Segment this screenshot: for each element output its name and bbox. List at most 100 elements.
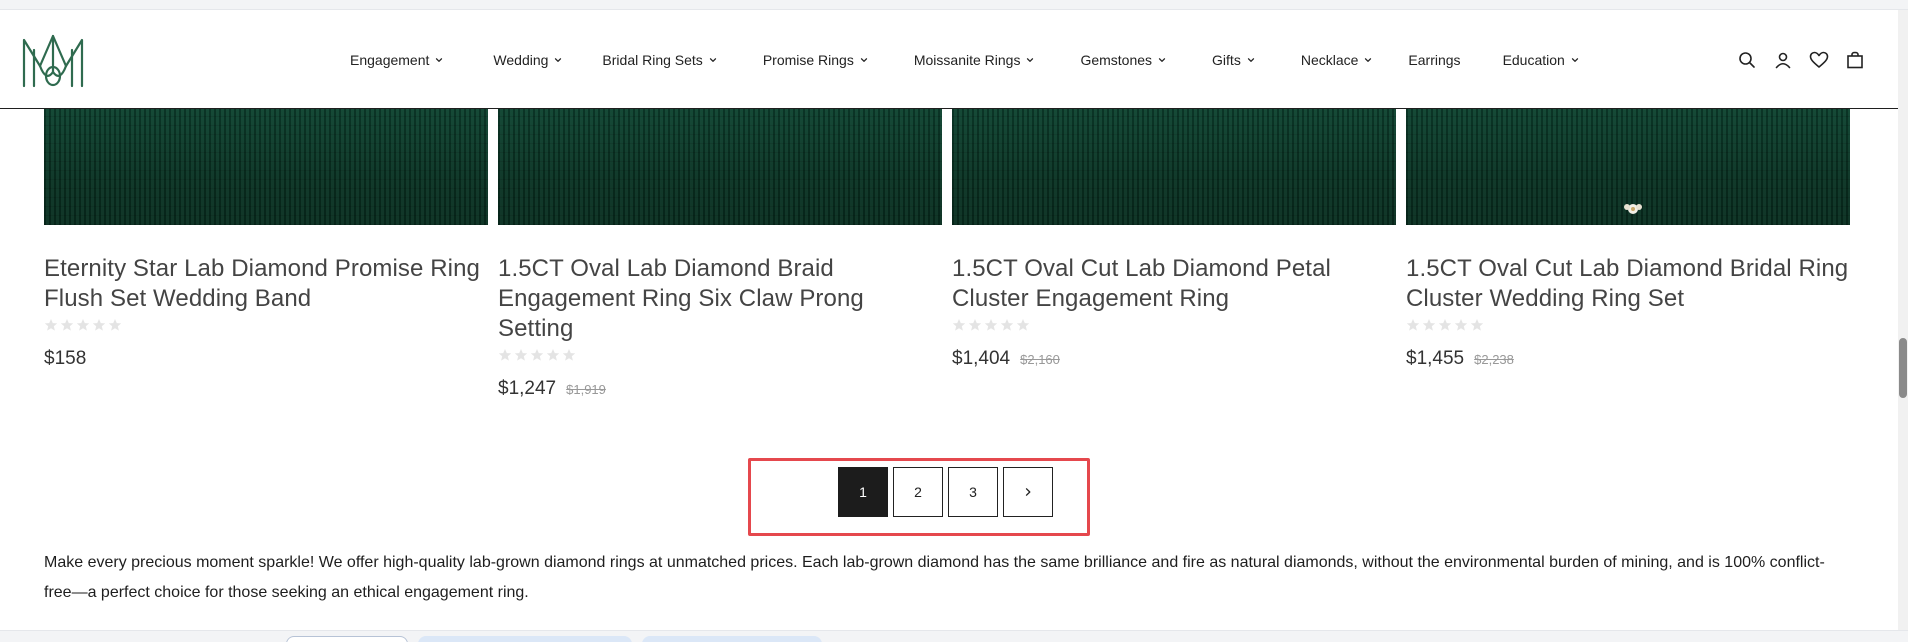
star-icon [514, 349, 528, 361]
sale-price: $1,247 [498, 378, 557, 399]
browser-top-strip [0, 0, 1908, 10]
chevron-right-icon [1025, 488, 1031, 496]
next-page-button[interactable] [1003, 467, 1053, 517]
nav-item-promise-rings[interactable]: Promise Rings [763, 52, 868, 68]
nav-item-earrings[interactable]: Earrings [1408, 52, 1460, 68]
price-row: $158 [44, 348, 488, 370]
product-title[interactable]: 1.5CT Oval Lab Diamond Braid Engagement … [498, 254, 942, 344]
product-grid: Eternity Star Lab Diamond Promise Ring F… [0, 109, 1898, 439]
nav-item-bridal-ring-sets[interactable]: Bridal Ring Sets [602, 52, 716, 68]
nav-item-label: Moissanite Rings [913, 51, 1021, 68]
nav-item-label: Gemstones [1080, 51, 1153, 68]
star-icon [562, 349, 576, 361]
star-icon [92, 319, 106, 331]
product-card[interactable]: 1.5CT Oval Cut Lab Diamond Bridal Ring C… [1406, 109, 1850, 370]
star-icon [1000, 319, 1014, 331]
collection-description: Make every precious moment sparkle! We o… [44, 554, 1825, 601]
star-icon [60, 319, 74, 331]
nav-item-label: Promise Rings [762, 51, 854, 68]
page-scrollbar[interactable] [1898, 10, 1908, 630]
product-title[interactable]: 1.5CT Oval Cut Lab Diamond Bridal Ring C… [1406, 254, 1850, 314]
product-rating [952, 318, 1396, 334]
sale-price: $1,455 [1406, 348, 1465, 369]
star-icon [530, 349, 544, 361]
star-icon [76, 319, 90, 331]
nav-item-label: Education [1502, 51, 1565, 68]
nav-item-gifts[interactable]: Gifts [1212, 52, 1255, 68]
nav-item-moissanite-rings[interactable]: Moissanite Rings [914, 52, 1035, 68]
pagination: 123 [838, 467, 1053, 517]
nav-item-label: Earrings [1408, 51, 1461, 68]
product-card[interactable]: 1.5CT Oval Cut Lab Diamond Petal Cluster… [952, 109, 1396, 370]
brand-logo[interactable] [20, 26, 86, 92]
mm-monogram-icon [22, 34, 84, 88]
scrollbar-thumb[interactable] [1899, 338, 1907, 398]
star-icon [546, 349, 560, 361]
product-rating [498, 348, 942, 364]
main-navigation: Engagement Wedding Bridal Ring Sets Promise… [350, 10, 1579, 109]
chevron-down-icon [436, 57, 443, 62]
product-title[interactable]: 1.5CT Oval Cut Lab Diamond Petal Cluster… [952, 254, 1396, 314]
nav-item-education[interactable]: Education [1503, 52, 1579, 68]
product-image[interactable] [44, 109, 488, 225]
bottom-tab-chip[interactable] [642, 636, 822, 642]
nav-item-label: Bridal Ring Sets [602, 51, 703, 68]
chevron-down-icon [1571, 57, 1578, 62]
nav-item-label: Gifts [1212, 51, 1241, 68]
product-image[interactable] [1406, 109, 1850, 225]
cart-bag-icon[interactable] [1844, 49, 1866, 71]
site-header: Engagement Wedding Bridal Ring Sets Promise… [0, 10, 1898, 109]
product-image[interactable] [952, 109, 1396, 225]
nav-item-label: Wedding [493, 51, 549, 68]
price-row: $1,404 $2,160 [952, 348, 1396, 370]
chevron-down-icon [860, 57, 867, 62]
chevron-down-icon [1158, 57, 1166, 62]
compare-at-price: $2,160 [1020, 352, 1060, 367]
account-icon[interactable] [1772, 49, 1794, 71]
bottom-tab-chip[interactable] [418, 636, 632, 642]
nav-item-engagement[interactable]: Engagement [350, 52, 443, 68]
star-icon [108, 319, 122, 331]
product-rating [44, 318, 488, 334]
page-button-2[interactable]: 2 [893, 467, 943, 517]
product-card[interactable]: Eternity Star Lab Diamond Promise Ring F… [44, 109, 488, 370]
search-icon[interactable] [1736, 49, 1758, 71]
bottom-tab-chip[interactable] [286, 636, 408, 642]
sale-price: $158 [44, 348, 87, 369]
star-icon [1422, 319, 1436, 331]
star-icon [1438, 319, 1452, 331]
chevron-down-icon [1247, 57, 1254, 62]
product-image[interactable] [498, 109, 942, 225]
chevron-down-icon [1027, 57, 1034, 62]
page-button-1[interactable]: 1 [838, 467, 888, 517]
chevron-down-icon [1365, 57, 1372, 62]
ring-product-icon [1624, 204, 1642, 214]
wishlist-heart-icon[interactable] [1808, 49, 1830, 71]
nav-item-gemstones[interactable]: Gemstones [1080, 52, 1166, 68]
price-row: $1,455 $2,238 [1406, 348, 1850, 370]
star-icon [952, 319, 966, 331]
star-icon [498, 349, 512, 361]
header-actions [1736, 10, 1898, 109]
star-icon [1406, 319, 1420, 331]
price-row: $1,247 $1,919 [498, 378, 942, 400]
star-icon [1454, 319, 1468, 331]
nav-item-label: Engagement [350, 51, 430, 68]
star-icon [1470, 319, 1484, 331]
star-icon [984, 319, 998, 331]
sale-price: $1,404 [952, 348, 1011, 369]
page-button-3[interactable]: 3 [948, 467, 998, 517]
nav-item-necklace[interactable]: Necklace [1301, 52, 1373, 68]
star-icon [44, 319, 58, 331]
star-icon [1016, 319, 1030, 331]
chevron-down-icon [555, 57, 562, 62]
compare-at-price: $2,238 [1474, 352, 1514, 367]
chevron-down-icon [709, 57, 716, 62]
product-card[interactable]: 1.5CT Oval Lab Diamond Braid Engagement … [498, 109, 942, 400]
nav-item-wedding[interactable]: Wedding [493, 52, 562, 68]
product-rating [1406, 318, 1850, 334]
compare-at-price: $1,919 [566, 382, 606, 397]
star-icon [968, 319, 982, 331]
nav-item-label: Necklace [1300, 51, 1359, 68]
product-title[interactable]: Eternity Star Lab Diamond Promise Ring F… [44, 254, 488, 314]
